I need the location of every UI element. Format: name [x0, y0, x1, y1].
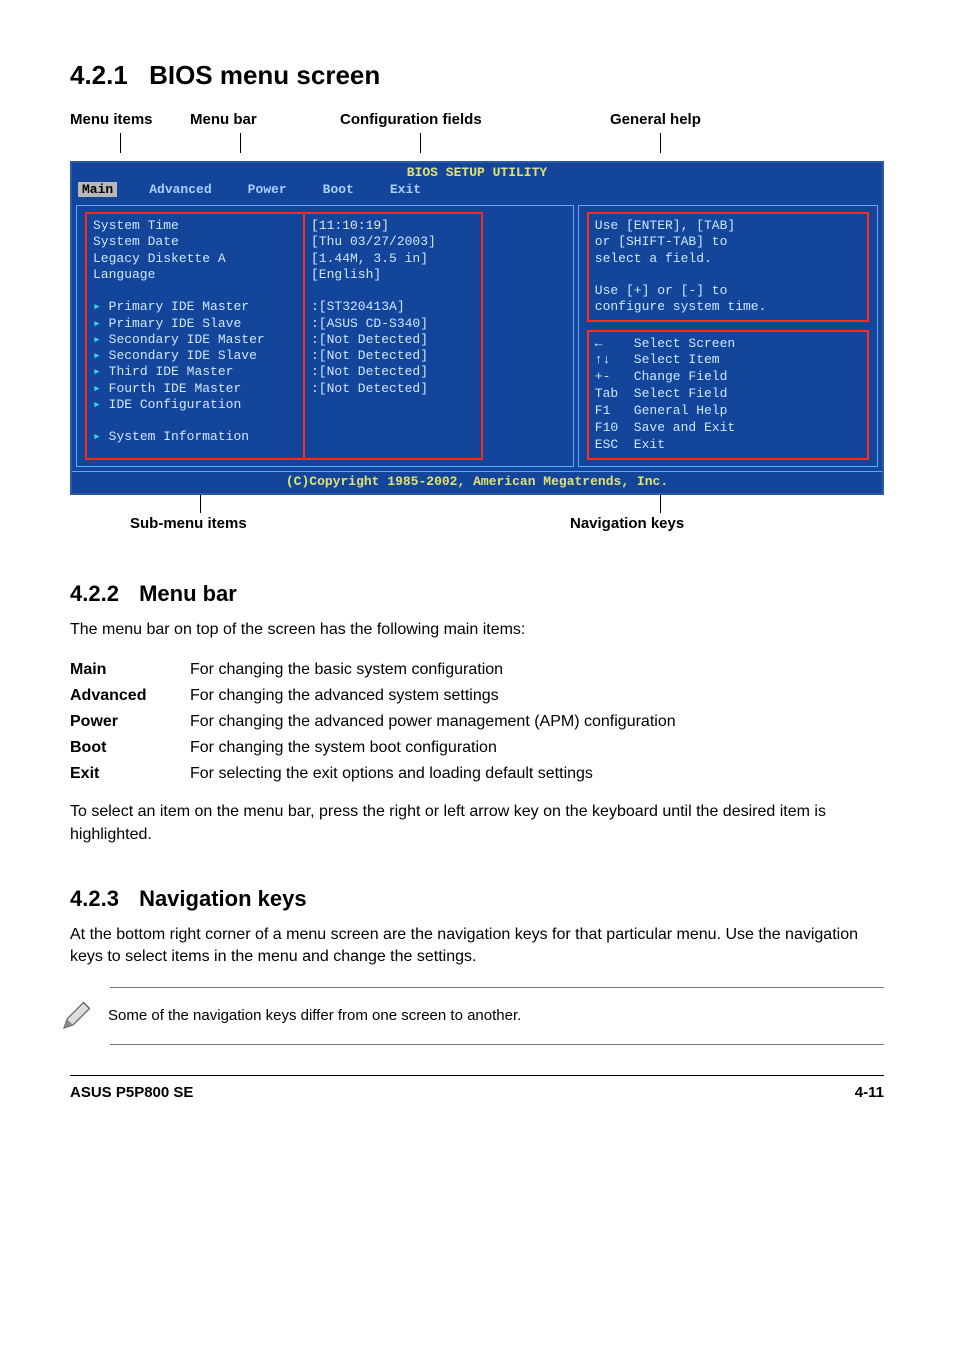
callout-bottom-row: Sub-menu items Navigation keys: [70, 495, 884, 541]
bios-copyright: (C)Copyright 1985-2002, American Megatre…: [72, 471, 882, 493]
nav-key: Tab Select Field: [595, 386, 861, 403]
nav-key: F1 General Help: [595, 403, 861, 420]
footer-product: ASUS P5P800 SE: [70, 1084, 193, 1101]
table-row: BootFor changing the system boot configu…: [70, 735, 884, 761]
table-row: MainFor changing the basic system config…: [70, 657, 884, 683]
bios-field-value: :[Not Detected]: [311, 381, 475, 397]
bios-title: BIOS SETUP UTILITY: [72, 163, 882, 182]
footer-page-num: 4-11: [855, 1084, 884, 1101]
note-text: Some of the navigation keys differ from …: [108, 1007, 521, 1024]
bios-submenu-item[interactable]: Primary IDE Slave: [109, 316, 242, 331]
callout-general-help: General help: [610, 111, 701, 128]
callout-menu-items: Menu items: [70, 111, 153, 128]
menu-key: Boot: [70, 735, 190, 761]
bios-item[interactable]: Language: [93, 267, 297, 283]
bios-field-value[interactable]: [Thu 03/27/2003]: [311, 234, 475, 250]
bios-left-panel: System Time System Date Legacy Diskette …: [76, 205, 574, 467]
bios-field-value[interactable]: [1.44M, 3.5 in]: [311, 251, 475, 267]
menu-desc: For changing the advanced system setting…: [190, 683, 884, 709]
help-text: Use [+] or [-] to: [595, 283, 861, 299]
bios-field-value[interactable]: [11:10:19]: [311, 218, 475, 234]
callout-tick: [240, 133, 241, 153]
bios-config-fields-box: [11:10:19] [Thu 03/27/2003] [1.44M, 3.5 …: [303, 212, 483, 460]
bios-field-value: :[Not Detected]: [311, 364, 475, 380]
note-box: Some of the navigation keys differ from …: [110, 987, 884, 1045]
section-title-text: Navigation keys: [139, 886, 307, 911]
paragraph: To select an item on the menu bar, press…: [70, 801, 884, 846]
help-text: Use [ENTER], [TAB]: [595, 218, 861, 234]
callout-config-fields: Configuration fields: [340, 111, 482, 128]
nav-key: +- Change Field: [595, 369, 861, 386]
section-4-2-3-title: 4.2.3 Navigation keys: [70, 886, 884, 912]
callout-tick: [660, 133, 661, 153]
callout-tick: [200, 495, 201, 513]
bios-menu-items-box: System Time System Date Legacy Diskette …: [85, 212, 305, 460]
menu-desc: For changing the advanced power manageme…: [190, 709, 884, 735]
bios-tab-main[interactable]: Main: [78, 182, 117, 197]
section-num: 4.2.1: [70, 60, 128, 90]
help-text: select a field.: [595, 251, 861, 267]
callout-tick: [660, 495, 661, 513]
help-text: or [SHIFT-TAB] to: [595, 234, 861, 250]
bios-field-value: :[Not Detected]: [311, 348, 475, 364]
bios-submenu-item[interactable]: Secondary IDE Slave: [109, 348, 257, 363]
table-row: ExitFor selecting the exit options and l…: [70, 761, 884, 787]
menu-desc: For selecting the exit options and loadi…: [190, 761, 884, 787]
callout-navkeys: Navigation keys: [570, 515, 684, 532]
help-text: configure system time.: [595, 299, 861, 315]
callout-menu-bar: Menu bar: [190, 111, 257, 128]
bios-menubar: Main Advanced Power Boot Exit: [72, 182, 882, 201]
bios-screenshot: BIOS SETUP UTILITY Main Advanced Power B…: [70, 161, 884, 495]
paragraph: At the bottom right corner of a menu scr…: [70, 924, 884, 969]
menu-desc: For changing the basic system configurat…: [190, 657, 884, 683]
bios-nav-box: ← Select Screen ↑↓ Select Item +- Change…: [587, 330, 869, 460]
callout-tick: [420, 133, 421, 153]
table-row: PowerFor changing the advanced power man…: [70, 709, 884, 735]
section-num: 4.2.2: [70, 581, 119, 606]
paragraph: The menu bar on top of the screen has th…: [70, 619, 884, 641]
menu-key: Advanced: [70, 683, 190, 709]
bios-submenu-item[interactable]: Fourth IDE Master: [109, 381, 242, 396]
page-footer: ASUS P5P800 SE 4-11: [70, 1075, 884, 1101]
bios-tab-boot[interactable]: Boot: [319, 182, 358, 197]
menu-desc: For changing the system boot configurati…: [190, 735, 884, 761]
bios-field-value: :[Not Detected]: [311, 332, 475, 348]
section-4-2-2-title: 4.2.2 Menu bar: [70, 581, 884, 607]
nav-key: ↑↓ Select Item: [595, 352, 861, 369]
callout-top-row: Menu items Menu bar Configuration fields…: [70, 111, 884, 139]
bios-item[interactable]: System Date: [93, 234, 297, 250]
bios-submenu-item[interactable]: Secondary IDE Master: [109, 332, 265, 347]
pencil-icon: [58, 998, 94, 1034]
table-row: AdvancedFor changing the advanced system…: [70, 683, 884, 709]
callout-submenu: Sub-menu items: [130, 515, 247, 532]
bios-field-value: :[ASUS CD-S340]: [311, 316, 475, 332]
bios-submenu-item[interactable]: IDE Configuration: [109, 397, 242, 412]
bios-field-value: :[ST320413A]: [311, 299, 475, 315]
section-num: 4.2.3: [70, 886, 119, 911]
bios-submenu-item[interactable]: Primary IDE Master: [109, 299, 249, 314]
section-4-2-1-title: 4.2.1 BIOS menu screen: [70, 60, 884, 91]
menu-key: Power: [70, 709, 190, 735]
bios-submenu-item[interactable]: System Information: [109, 429, 249, 444]
nav-key: ← Select Screen: [595, 336, 861, 353]
bios-field-value[interactable]: [English]: [311, 267, 475, 283]
menu-key: Exit: [70, 761, 190, 787]
nav-key: F10 Save and Exit: [595, 420, 861, 437]
bios-item[interactable]: System Time: [93, 218, 297, 234]
bios-right-panel: Use [ENTER], [TAB] or [SHIFT-TAB] to sel…: [578, 205, 878, 467]
section-title-text: Menu bar: [139, 581, 237, 606]
menu-key: Main: [70, 657, 190, 683]
menu-description-table: MainFor changing the basic system config…: [70, 657, 884, 787]
bios-help-box: Use [ENTER], [TAB] or [SHIFT-TAB] to sel…: [587, 212, 869, 322]
bios-tab-advanced[interactable]: Advanced: [145, 182, 215, 197]
section-title-text: BIOS menu screen: [149, 60, 380, 90]
bios-submenu-item[interactable]: Third IDE Master: [109, 364, 234, 379]
bios-tab-power[interactable]: Power: [244, 182, 291, 197]
nav-key: ESC Exit: [595, 437, 861, 454]
bios-item[interactable]: Legacy Diskette A: [93, 251, 297, 267]
callout-tick: [120, 133, 121, 153]
bios-tab-exit[interactable]: Exit: [386, 182, 425, 197]
